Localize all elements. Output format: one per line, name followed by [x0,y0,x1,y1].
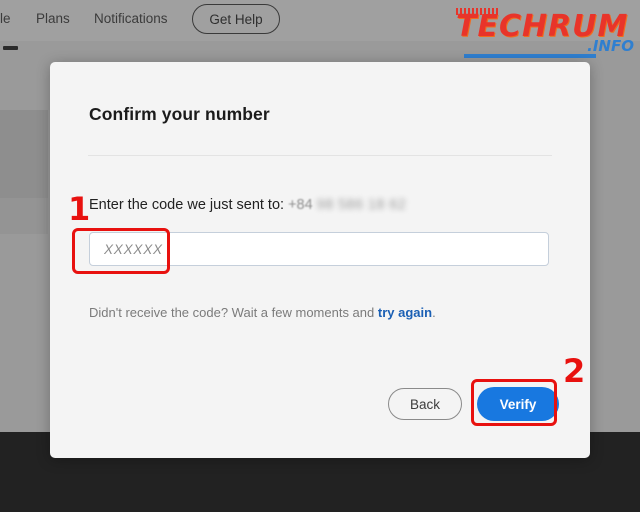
background-content-card-lower [0,198,48,234]
dialog-title: Confirm your number [89,104,270,124]
screenshot-root: le Plans Notifications Get Help TECHRUM … [0,0,640,512]
resend-text: Didn't receive the code? Wait a few mome… [89,305,375,320]
background-content-card [0,110,48,198]
verification-code-input[interactable] [89,232,549,266]
dialog-divider [88,155,552,156]
nav-item-plans[interactable]: Plans [36,11,70,26]
nav-item-truncated[interactable]: le [0,11,11,26]
verify-button[interactable]: Verify [477,387,559,421]
back-button[interactable]: Back [388,388,462,420]
menu-dash-marker [3,46,18,50]
phone-number-masked: 98 586 18 62 [316,197,407,213]
code-prompt-row: Enter the code we just sent to: +84 98 5… [89,197,406,213]
confirm-number-dialog: Confirm your number Enter the code we ju… [50,62,590,458]
resend-period: . [432,305,436,320]
try-again-link[interactable]: try again [378,305,432,320]
phone-prefix: +84 [288,197,313,213]
code-prompt-label: Enter the code we just sent to: [89,197,285,213]
nav-item-notifications[interactable]: Notifications [94,11,168,26]
resend-row: Didn't receive the code? Wait a few mome… [89,305,436,320]
get-help-button[interactable]: Get Help [192,4,280,34]
